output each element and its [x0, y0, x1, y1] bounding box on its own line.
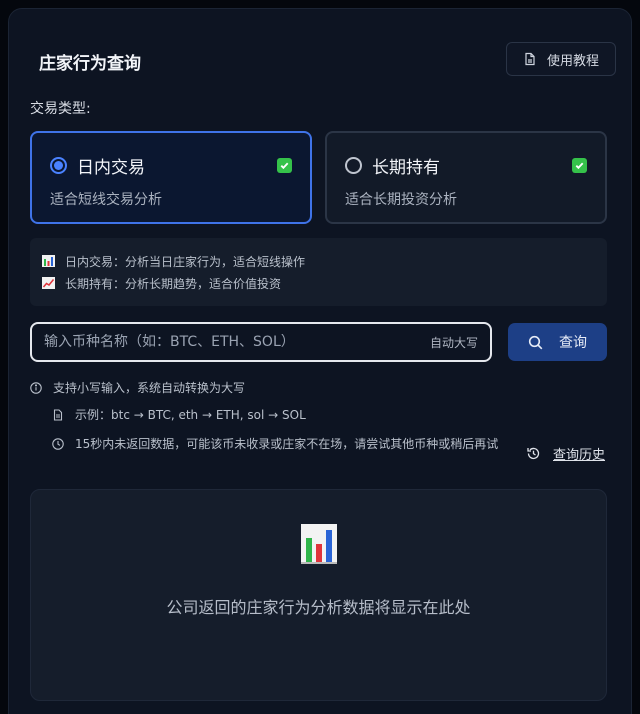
- option-intraday[interactable]: 日内交易 适合短线交易分析: [30, 131, 312, 224]
- query-button-label: 查询: [559, 335, 587, 351]
- info-longterm-text: 长期持有：分析长期趋势，适合价值投资: [65, 276, 282, 291]
- info-line-intraday: 日内交易：分析当日庄家行为，适合短线操作: [42, 250, 595, 272]
- query-history-label[interactable]: 查询历史: [553, 444, 605, 463]
- result-placeholder: 公司返回的庄家行为分析数据将显示在此处: [166, 598, 471, 617]
- trade-type-info: 日内交易：分析当日庄家行为，适合短线操作 长期持有：分析长期趋势，适合价值投资: [30, 238, 607, 306]
- info-intraday-text: 日内交易：分析当日庄家行为，适合短线操作: [65, 254, 306, 269]
- hint-example: 示例：btc → BTC, eth → ETH, sol → SOL: [52, 406, 306, 424]
- history-icon: [527, 447, 540, 460]
- trade-type-label: 交易类型:: [30, 101, 91, 117]
- result-area: 公司返回的庄家行为分析数据将显示在此处: [30, 489, 607, 701]
- coin-search-field[interactable]: 自动大写: [30, 322, 492, 362]
- hint-example-text: 示例：btc → BTC, eth → ETH, sol → SOL: [75, 408, 306, 422]
- tutorial-button[interactable]: 使用教程: [506, 42, 616, 76]
- query-history-link[interactable]: 查询历史: [526, 444, 605, 463]
- radio-unselected-icon[interactable]: [345, 157, 362, 174]
- trend-chart-icon: [42, 277, 55, 289]
- hint-timeout: 15秒内未返回数据，可能该币未收录或庄家不在场，请尝试其他币种或稍后再试: [52, 435, 522, 453]
- bar-chart-icon: [301, 524, 337, 564]
- checkmark-icon: [572, 158, 587, 173]
- tutorial-label: 使用教程: [546, 53, 599, 69]
- hint-timeout-text: 15秒内未返回数据，可能该币未收录或庄家不在场，请尝试其他币种或稍后再试: [75, 437, 499, 451]
- info-icon: [30, 382, 42, 394]
- option-intraday-name: 日内交易: [77, 158, 145, 178]
- page-title: 庄家行为查询: [39, 54, 141, 74]
- option-longterm-desc: 适合长期投资分析: [345, 192, 457, 208]
- clock-icon: [52, 438, 64, 450]
- bar-chart-icon: [42, 255, 55, 267]
- file-icon: [53, 409, 63, 421]
- radio-selected-icon[interactable]: [50, 157, 67, 174]
- option-longterm-name: 长期持有: [372, 158, 440, 178]
- hint-lowercase: 支持小写输入，系统自动转换为大写: [30, 379, 245, 397]
- checkmark-icon: [277, 158, 292, 173]
- search-icon: [528, 335, 543, 349]
- query-button[interactable]: 查询: [508, 323, 607, 361]
- hint-lowercase-text: 支持小写输入，系统自动转换为大写: [53, 381, 246, 395]
- auto-uppercase-label: 自动大写: [429, 335, 478, 350]
- document-icon: [525, 52, 535, 66]
- option-longterm[interactable]: 长期持有 适合长期投资分析: [325, 131, 607, 224]
- info-line-longterm: 长期持有：分析长期趋势，适合价值投资: [42, 272, 595, 294]
- option-intraday-desc: 适合短线交易分析: [50, 192, 162, 208]
- coin-search-input[interactable]: [44, 334, 430, 350]
